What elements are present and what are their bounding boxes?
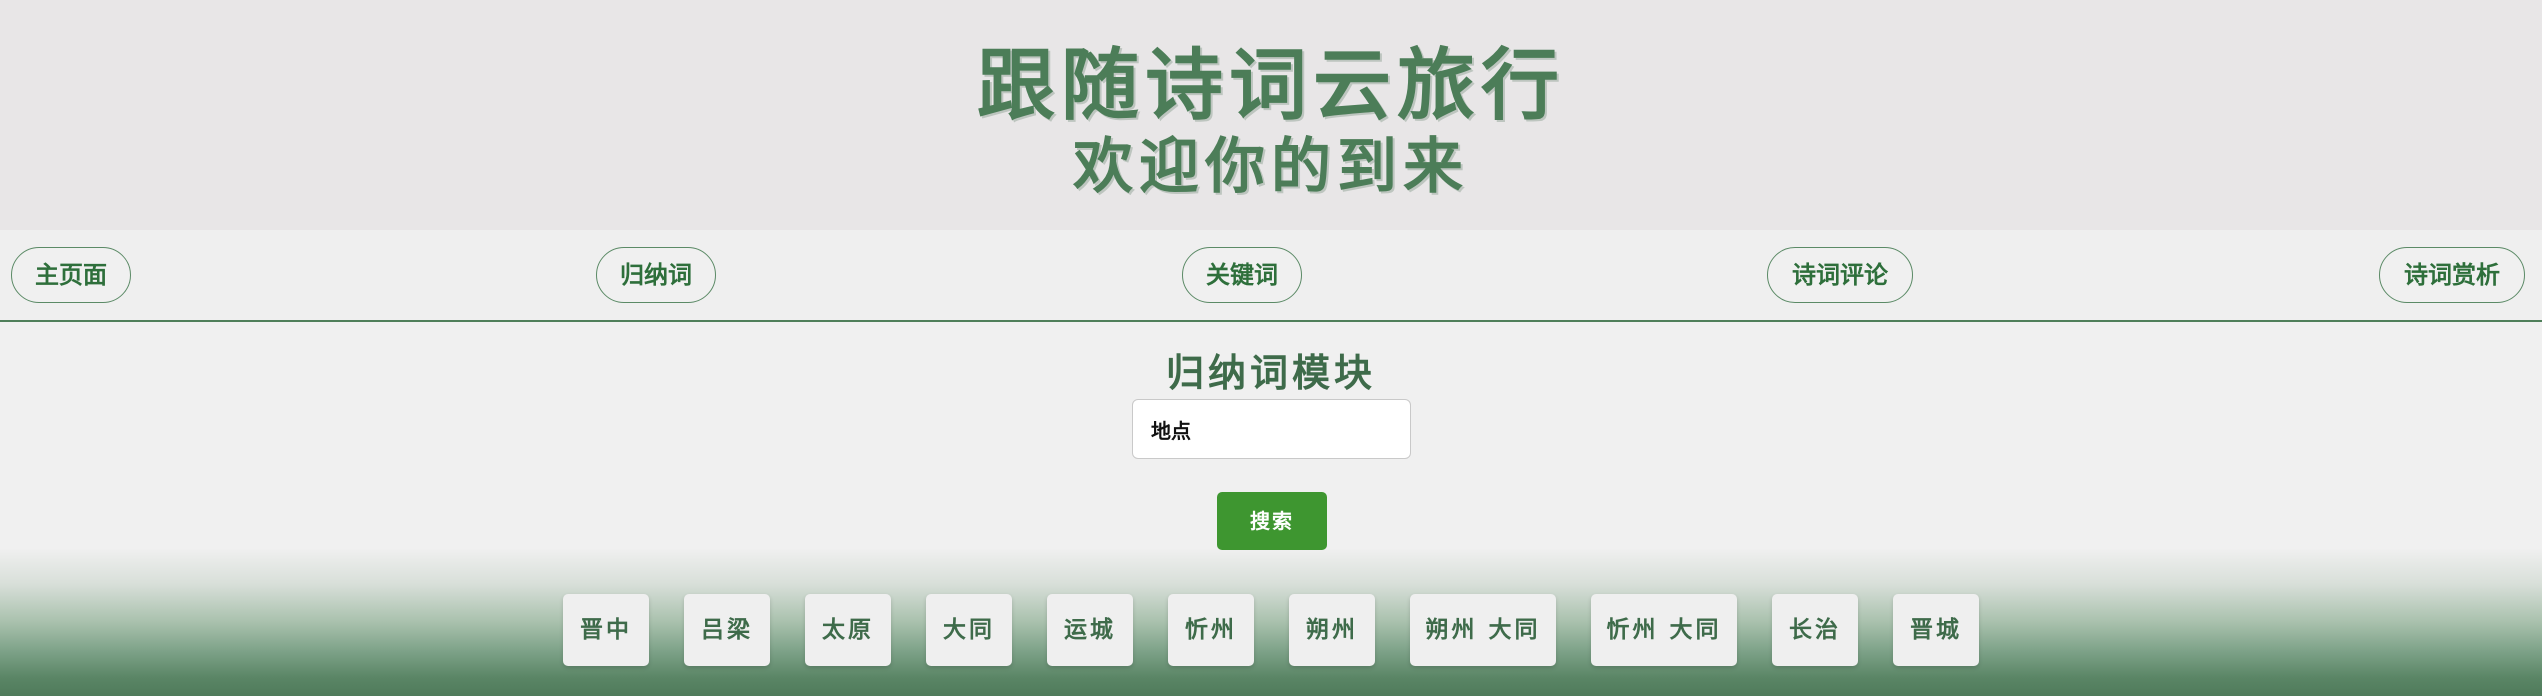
page-subtitle: 欢迎你的到来: [1073, 132, 1469, 202]
place-button[interactable]: 太原: [805, 594, 891, 666]
place-button[interactable]: 大同: [926, 594, 1012, 666]
place-button[interactable]: 晋中: [563, 594, 649, 666]
nav-item-keywords[interactable]: 关键词: [1182, 247, 1302, 303]
search-button[interactable]: 搜索: [1217, 492, 1327, 550]
nav-item-home[interactable]: 主页面: [11, 247, 131, 303]
main-section: 归纳词模块 搜索 晋中 吕梁 太原 大同 运城 忻州 朔州 朔州 大同 忻州 大…: [0, 322, 2542, 696]
page-title: 跟随诗词云旅行: [976, 40, 1565, 131]
place-button[interactable]: 忻州 大同: [1591, 594, 1737, 666]
place-button[interactable]: 运城: [1047, 594, 1133, 666]
section-title: 归纳词模块: [1165, 350, 1376, 395]
search-input[interactable]: [1132, 399, 1411, 459]
place-button[interactable]: 朔州: [1289, 594, 1375, 666]
nav-item-poem-appreciation[interactable]: 诗词赏析: [2379, 247, 2525, 303]
header-banner: 跟随诗词云旅行 欢迎你的到来: [0, 0, 2542, 230]
place-button[interactable]: 长治: [1772, 594, 1858, 666]
place-button[interactable]: 吕梁: [684, 594, 770, 666]
place-button[interactable]: 忻州: [1168, 594, 1254, 666]
place-button[interactable]: 朔州 大同: [1410, 594, 1556, 666]
nav-bar: 主页面 归纳词 关键词 诗词评论 诗词赏析: [0, 230, 2542, 322]
page: 跟随诗词云旅行 欢迎你的到来 主页面 归纳词 关键词 诗词评论 诗词赏析 归纳词…: [0, 0, 2542, 696]
place-button[interactable]: 晋城: [1893, 594, 1979, 666]
nav-item-summary-words[interactable]: 归纳词: [596, 247, 716, 303]
nav-item-poem-comments[interactable]: 诗词评论: [1767, 247, 1913, 303]
